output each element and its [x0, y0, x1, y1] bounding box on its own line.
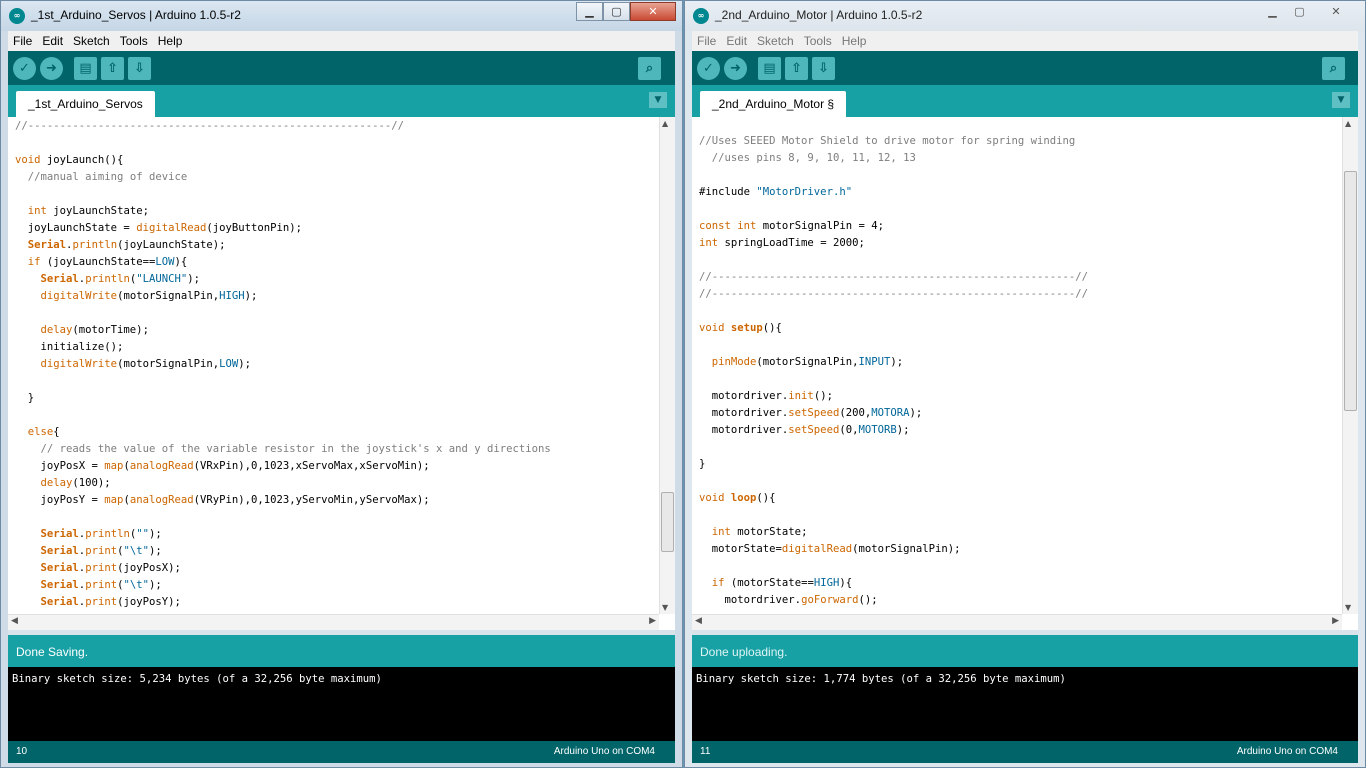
menu-bar: File Edit Sketch Tools Help — [8, 31, 675, 51]
menu-file[interactable]: File — [692, 34, 721, 48]
title-bar[interactable]: ∞ _1st_Arduino_Servos | Arduino 1.0.5-r2… — [1, 1, 682, 31]
window-servos: ∞ _1st_Arduino_Servos | Arduino 1.0.5-r2… — [0, 0, 683, 768]
maximize-button[interactable]: ▢ — [1286, 2, 1313, 21]
menu-sketch[interactable]: Sketch — [68, 34, 115, 48]
new-file-icon[interactable]: ▤ — [74, 57, 97, 80]
toolbar: ✓ ➜ ▤ ⇧ ⇩ ⌕ — [692, 51, 1358, 85]
menu-tools[interactable]: Tools — [115, 34, 153, 48]
scroll-right-arrow-icon[interactable]: ▶ — [1332, 616, 1339, 626]
scroll-up-arrow-icon[interactable]: ▲ — [1345, 119, 1351, 128]
open-up-arrow-icon[interactable]: ⇧ — [785, 57, 808, 80]
minimize-button[interactable]: ▁ — [576, 2, 603, 21]
menu-help[interactable]: Help — [153, 34, 188, 48]
scroll-thumb[interactable] — [661, 492, 674, 552]
board-info: Arduino Uno on COM4 — [553, 746, 655, 757]
checkmark-icon[interactable]: ✓ — [697, 57, 720, 80]
footer-bar: 11 Arduino Uno on COM4 — [692, 741, 1358, 763]
menu-help[interactable]: Help — [837, 34, 872, 48]
code-text: //Uses SEEED Motor Shield to drive motor… — [699, 135, 1089, 606]
scroll-right-arrow-icon[interactable]: ▶ — [649, 616, 656, 626]
scroll-down-arrow-icon[interactable]: ▼ — [1345, 603, 1351, 612]
arrow-right-icon[interactable]: ➜ — [40, 57, 63, 80]
tab-sketch[interactable]: _1st_Arduino_Servos — [16, 91, 155, 117]
menu-edit[interactable]: Edit — [37, 34, 68, 48]
horizontal-scrollbar[interactable]: ◀ ▶ — [8, 614, 659, 630]
tab-bar: _2nd_Arduino_Motor § ▼ — [692, 85, 1358, 117]
code-text: //--------------------------------------… — [15, 120, 551, 608]
save-down-arrow-icon[interactable]: ⇩ — [812, 57, 835, 80]
menu-tools[interactable]: Tools — [799, 34, 837, 48]
open-up-arrow-icon[interactable]: ⇧ — [101, 57, 124, 80]
arrow-right-icon[interactable]: ➜ — [724, 57, 747, 80]
maximize-button[interactable]: ▢ — [603, 2, 630, 21]
menu-file[interactable]: File — [8, 34, 37, 48]
arduino-app-icon: ∞ — [9, 8, 25, 24]
caption-buttons: ▁ ▢ ✕ — [576, 2, 676, 22]
code-editor[interactable]: //--------------------------------------… — [8, 117, 675, 630]
title-bar[interactable]: ∞ _2nd_Arduino_Motor | Arduino 1.0.5-r2 … — [685, 1, 1365, 31]
scroll-down-arrow-icon[interactable]: ▼ — [662, 603, 668, 612]
window-motor: ∞ _2nd_Arduino_Motor | Arduino 1.0.5-r2 … — [684, 0, 1366, 768]
minimize-button[interactable]: ▁ — [1259, 2, 1286, 21]
save-down-arrow-icon[interactable]: ⇩ — [128, 57, 151, 80]
window-title: _1st_Arduino_Servos | Arduino 1.0.5-r2 — [31, 8, 241, 22]
magnifier-icon[interactable]: ⌕ — [1322, 57, 1345, 80]
checkmark-icon[interactable]: ✓ — [13, 57, 36, 80]
menu-edit[interactable]: Edit — [721, 34, 752, 48]
toolbar: ✓ ➜ ▤ ⇧ ⇩ ⌕ — [8, 51, 675, 85]
scroll-thumb[interactable] — [1344, 171, 1357, 411]
scroll-left-arrow-icon[interactable]: ◀ — [11, 616, 18, 626]
horizontal-scrollbar[interactable]: ◀ ▶ — [692, 614, 1342, 630]
menu-sketch[interactable]: Sketch — [752, 34, 799, 48]
scroll-up-arrow-icon[interactable]: ▲ — [662, 119, 668, 128]
console-output: Binary sketch size: 1,774 bytes (of a 32… — [692, 667, 1358, 741]
arduino-app-icon: ∞ — [693, 8, 709, 24]
tab-sketch[interactable]: _2nd_Arduino_Motor § — [700, 91, 847, 117]
caption-buttons: ▁ ▢ ✕ — [1259, 2, 1359, 22]
triangle-down-icon[interactable]: ▼ — [649, 92, 667, 108]
console-output: Binary sketch size: 5,234 bytes (of a 32… — [8, 667, 675, 741]
line-number: 11 — [700, 746, 711, 757]
line-number: 10 — [16, 746, 28, 757]
vertical-scrollbar[interactable]: ▲ ▼ — [659, 117, 675, 614]
vertical-scrollbar[interactable]: ▲ ▼ — [1342, 117, 1358, 614]
board-info: Arduino Uno on COM4 — [1236, 746, 1338, 757]
status-message: Done uploading. — [692, 635, 1358, 667]
close-button[interactable]: ✕ — [1313, 2, 1359, 21]
magnifier-icon[interactable]: ⌕ — [638, 57, 661, 80]
footer-bar: 10 Arduino Uno on COM4 — [8, 741, 675, 763]
tab-bar: _1st_Arduino_Servos ▼ — [8, 85, 675, 117]
window-title: _2nd_Arduino_Motor | Arduino 1.0.5-r2 — [715, 8, 923, 22]
menu-bar: File Edit Sketch Tools Help — [692, 31, 1358, 51]
code-editor[interactable]: //Uses SEEED Motor Shield to drive motor… — [692, 117, 1358, 630]
close-button[interactable]: ✕ — [630, 2, 676, 21]
triangle-down-icon[interactable]: ▼ — [1332, 92, 1350, 108]
status-message: Done Saving. — [8, 635, 675, 667]
scroll-left-arrow-icon[interactable]: ◀ — [695, 616, 702, 626]
new-file-icon[interactable]: ▤ — [758, 57, 781, 80]
